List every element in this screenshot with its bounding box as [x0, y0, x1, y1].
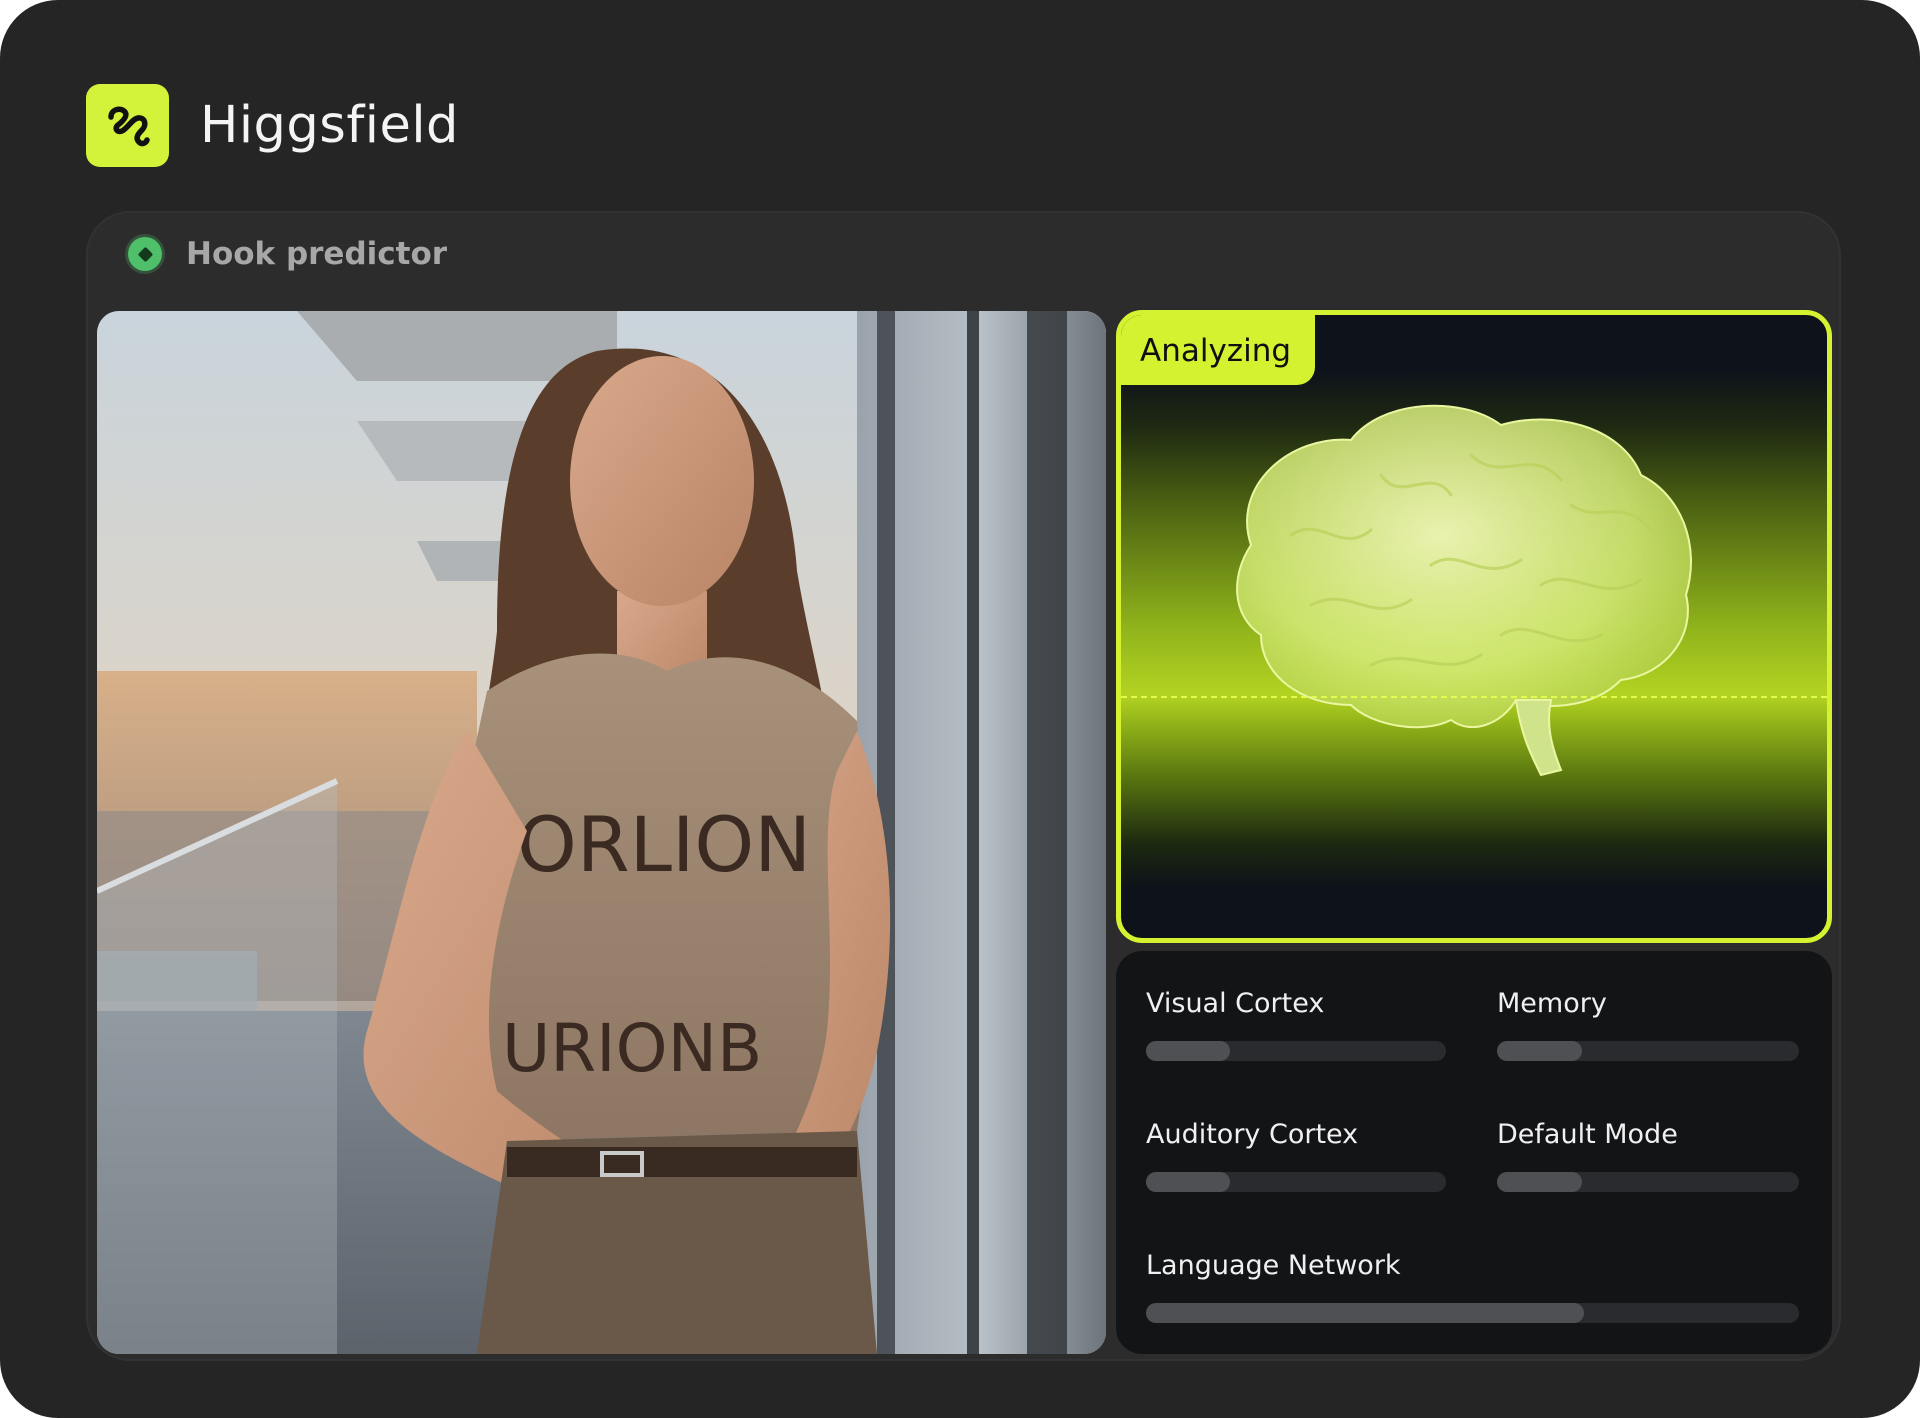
metric-bar-fill	[1146, 1041, 1230, 1061]
metric-bar	[1146, 1172, 1446, 1192]
svg-text:ORLION: ORLION	[517, 800, 811, 889]
status-indicator-icon	[128, 237, 162, 271]
metric-visual-cortex: Visual Cortex	[1146, 988, 1446, 1061]
metric-label: Memory	[1497, 988, 1607, 1019]
video-frame-illustration: ORLION URIONB	[97, 311, 1106, 1354]
panel-header: Hook predictor	[128, 236, 447, 272]
panel-title: Hook predictor	[186, 236, 448, 272]
metric-label: Language Network	[1146, 1250, 1401, 1281]
metric-label: Auditory Cortex	[1146, 1119, 1359, 1150]
metric-bar-fill	[1146, 1303, 1584, 1323]
metric-default-mode: Default Mode	[1497, 1119, 1799, 1192]
analysis-card: Analyzing	[1116, 310, 1832, 943]
metrics-card: Visual Cortex Memory Auditory Cortex Def…	[1116, 951, 1832, 1354]
metric-language-network: Language Network	[1146, 1250, 1799, 1323]
brand: Higgsfield	[86, 84, 459, 167]
metric-auditory-cortex: Auditory Cortex	[1146, 1119, 1446, 1192]
higgsfield-logo-icon	[86, 84, 169, 167]
metric-label: Default Mode	[1497, 1119, 1678, 1150]
app-window: Higgsfield Hook predictor ORLION URIONB …	[0, 0, 1920, 1418]
metric-label: Visual Cortex	[1146, 988, 1325, 1019]
metric-bar	[1497, 1172, 1799, 1192]
metric-bar	[1146, 1303, 1799, 1323]
brain-icon	[1236, 404, 1692, 777]
metric-bar-fill	[1497, 1041, 1582, 1061]
metric-bar-fill	[1497, 1172, 1582, 1192]
metric-bar	[1146, 1041, 1446, 1061]
app-name: Higgsfield	[200, 96, 459, 155]
video-preview[interactable]: ORLION URIONB	[97, 311, 1106, 1354]
scan-line	[1121, 696, 1827, 698]
metric-bar	[1497, 1041, 1799, 1061]
metric-bar-fill	[1146, 1172, 1230, 1192]
hook-predictor-panel: Hook predictor ORLION URIONB Analyzing V…	[86, 211, 1841, 1361]
metric-memory: Memory	[1497, 988, 1799, 1061]
svg-text:URIONB: URIONB	[502, 1010, 762, 1087]
